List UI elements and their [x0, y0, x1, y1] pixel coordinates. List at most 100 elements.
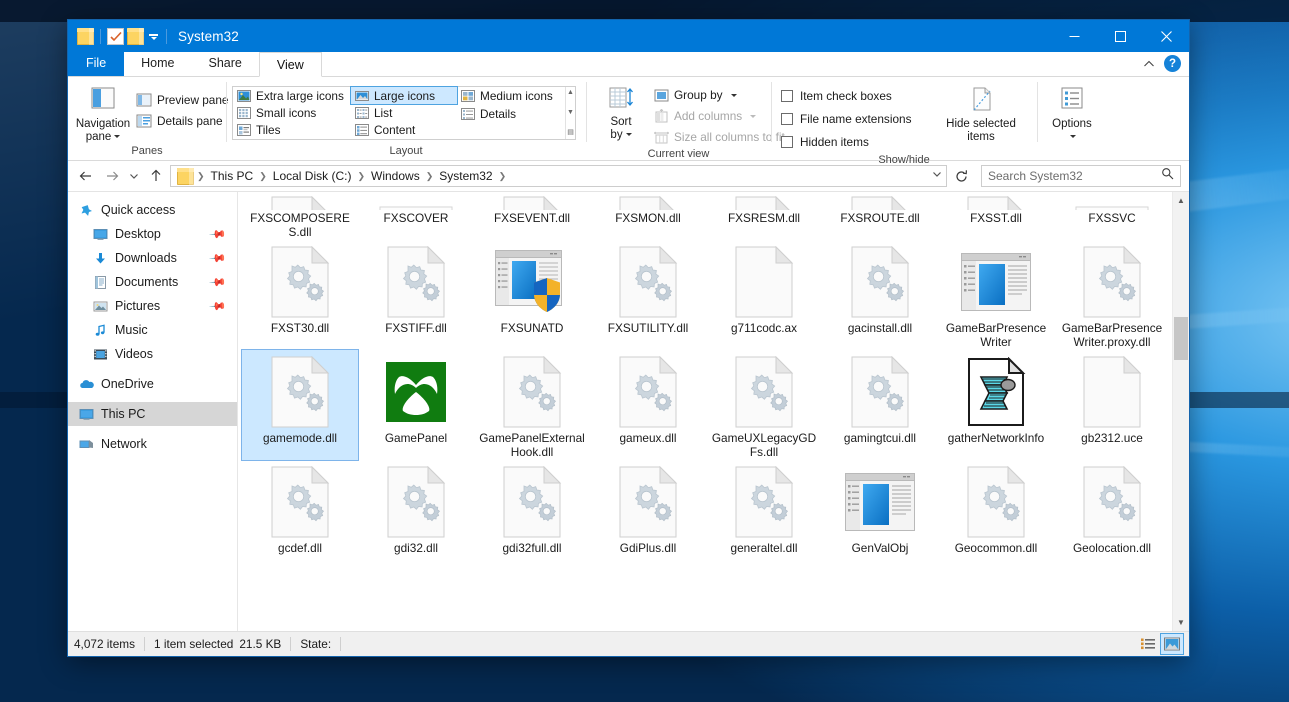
- forward-button[interactable]: [100, 164, 124, 188]
- file-item[interactable]: FXSTIFF.dll: [358, 240, 474, 350]
- file-item[interactable]: gacinstall.dll: [822, 240, 938, 350]
- layout-small-icons[interactable]: Small icons: [233, 104, 351, 121]
- chevron-up-icon[interactable]: [1140, 55, 1158, 73]
- chevron-down-icon[interactable]: [1070, 135, 1076, 138]
- sort-by-button[interactable]: Sort by: [592, 82, 650, 141]
- file-item[interactable]: gb2312.uce: [1054, 350, 1170, 460]
- tab-share[interactable]: Share: [192, 51, 259, 76]
- file-item[interactable]: FXSROUTE.dll: [822, 196, 938, 240]
- search-icon[interactable]: [1161, 167, 1174, 185]
- file-item[interactable]: FXSST.dll: [938, 196, 1054, 240]
- file-item[interactable]: generaltel.dll: [706, 460, 822, 556]
- file-item[interactable]: g711codc.ax: [706, 240, 822, 350]
- layout-list[interactable]: List: [351, 104, 457, 121]
- details-pane-button[interactable]: Details pane: [132, 111, 232, 131]
- help-button[interactable]: ?: [1164, 55, 1181, 72]
- file-item[interactable]: gdi32.dll: [358, 460, 474, 556]
- folder-icon[interactable]: [77, 28, 94, 45]
- file-item[interactable]: GdiPlus.dll: [590, 460, 706, 556]
- layout-tiles[interactable]: Tiles: [233, 122, 351, 139]
- file-item[interactable]: FXSMON.dll: [590, 196, 706, 240]
- preview-pane-button[interactable]: Preview pane: [132, 90, 232, 110]
- file-item[interactable]: FXSUTILITY.dll: [590, 240, 706, 350]
- file-item[interactable]: gameux.dll: [590, 350, 706, 460]
- chevron-down-icon[interactable]: [626, 133, 632, 136]
- sidebar-item-pictures[interactable]: Pictures 📌: [68, 294, 237, 318]
- file-item[interactable]: GameBarPresenceWriter.proxy.dll: [1054, 240, 1170, 350]
- sidebar-item-this-pc[interactable]: This PC: [68, 402, 237, 426]
- file-item[interactable]: Geolocation.dll: [1054, 460, 1170, 556]
- back-button[interactable]: [74, 164, 98, 188]
- maximize-button[interactable]: [1097, 20, 1143, 52]
- gallery-expand-icon[interactable]: ▤: [567, 129, 574, 137]
- scroll-up-button[interactable]: ▲: [1173, 192, 1189, 209]
- options-button[interactable]: Options: [1043, 82, 1101, 143]
- file-item[interactable]: gcdef.dll: [242, 460, 358, 556]
- checkbox[interactable]: [781, 90, 793, 102]
- layout-medium-icons[interactable]: Medium icons: [457, 87, 565, 105]
- recent-locations-button[interactable]: [126, 164, 142, 188]
- file-item[interactable]: Geocommon.dll: [938, 460, 1054, 556]
- file-item[interactable]: FXST30.dll: [242, 240, 358, 350]
- sidebar-item-videos[interactable]: Videos: [68, 342, 237, 366]
- file-item[interactable]: FXSUNATD: [474, 240, 590, 350]
- sidebar-item-quick-access[interactable]: Quick access: [68, 198, 237, 222]
- group-by-button[interactable]: Group by: [650, 85, 789, 105]
- navigation-pane-button[interactable]: Navigation pane: [74, 82, 132, 143]
- tab-file[interactable]: File: [68, 51, 124, 76]
- search-input[interactable]: Search System32: [981, 165, 1181, 187]
- file-item[interactable]: gamingtcui.dll: [822, 350, 938, 460]
- pin-icon[interactable]: 📌: [209, 249, 228, 268]
- scroll-up-icon[interactable]: ▲: [567, 89, 574, 97]
- chevron-down-icon[interactable]: [114, 135, 120, 138]
- file-item[interactable]: GameBarPresenceWriter: [938, 240, 1054, 350]
- file-item[interactable]: GenValObj: [822, 460, 938, 556]
- hidden-items-option[interactable]: Hidden items: [777, 131, 937, 153]
- sidebar-item-documents[interactable]: Documents 📌: [68, 270, 237, 294]
- file-item[interactable]: FXSRESM.dll: [706, 196, 822, 240]
- sidebar-item-desktop[interactable]: Desktop 📌: [68, 222, 237, 246]
- tab-view[interactable]: View: [259, 52, 322, 77]
- layout-gallery-scroll[interactable]: ▲ ▼ ▤: [565, 87, 575, 139]
- layout-large-icons[interactable]: Large icons: [351, 87, 457, 104]
- pin-icon[interactable]: 📌: [209, 225, 228, 244]
- layout-details[interactable]: Details: [457, 105, 565, 123]
- file-item[interactable]: FXSCOMPOSERES.dll: [242, 196, 358, 240]
- pin-icon[interactable]: 📌: [209, 297, 228, 316]
- file-item[interactable]: GameUXLegacyGDFs.dll: [706, 350, 822, 460]
- sidebar-item-music[interactable]: Music: [68, 318, 237, 342]
- hide-selected-items-button[interactable]: Hide selected items: [937, 82, 1025, 143]
- item-check-boxes-option[interactable]: Item check boxes: [777, 85, 937, 107]
- breadcrumb-item-local-disk[interactable]: Local Disk (C:): [268, 166, 357, 186]
- large-icons-view-button[interactable]: [1161, 634, 1183, 654]
- file-item[interactable]: gatherNetworkInfo: [938, 350, 1054, 460]
- close-button[interactable]: [1143, 20, 1189, 52]
- file-name-extensions-option[interactable]: File name extensions: [777, 108, 937, 130]
- scroll-down-button[interactable]: ▼: [1173, 614, 1189, 631]
- breadcrumb-item-this-pc[interactable]: This PC: [206, 166, 259, 186]
- file-item[interactable]: FXSSVC: [1054, 196, 1170, 240]
- scroll-down-icon[interactable]: ▼: [567, 109, 574, 117]
- customize-quick-access-caret-icon[interactable]: [147, 30, 160, 43]
- breadcrumb[interactable]: ❯ This PC ❯ Local Disk (C:) ❯ Windows ❯ …: [170, 165, 947, 187]
- breadcrumb-item-system32[interactable]: System32: [434, 166, 497, 186]
- file-item-selected[interactable]: gamemode.dll: [242, 350, 358, 460]
- vertical-scrollbar[interactable]: ▲ ▼: [1172, 192, 1189, 631]
- sidebar-item-downloads[interactable]: Downloads 📌: [68, 246, 237, 270]
- file-list-view[interactable]: FXSCOMPOSERES.dll FXSCOVER FXSEVENT.dll: [238, 192, 1189, 631]
- up-button[interactable]: [144, 164, 168, 188]
- scrollbar-thumb[interactable]: [1174, 317, 1188, 360]
- tab-home[interactable]: Home: [124, 51, 191, 76]
- checkbox[interactable]: [781, 136, 793, 148]
- new-folder-icon[interactable]: [127, 28, 144, 45]
- minimize-button[interactable]: [1051, 20, 1097, 52]
- sidebar-item-onedrive[interactable]: OneDrive: [68, 372, 237, 396]
- layout-extra-large-icons[interactable]: Extra large icons: [233, 87, 351, 104]
- file-item[interactable]: FXSCOVER: [358, 196, 474, 240]
- sidebar-item-network[interactable]: Network: [68, 432, 237, 456]
- file-item[interactable]: FXSEVENT.dll: [474, 196, 590, 240]
- properties-icon[interactable]: [107, 28, 124, 45]
- file-item[interactable]: GamePanelExternalHook.dll: [474, 350, 590, 460]
- layout-content[interactable]: Content: [351, 122, 457, 139]
- file-item[interactable]: gdi32full.dll: [474, 460, 590, 556]
